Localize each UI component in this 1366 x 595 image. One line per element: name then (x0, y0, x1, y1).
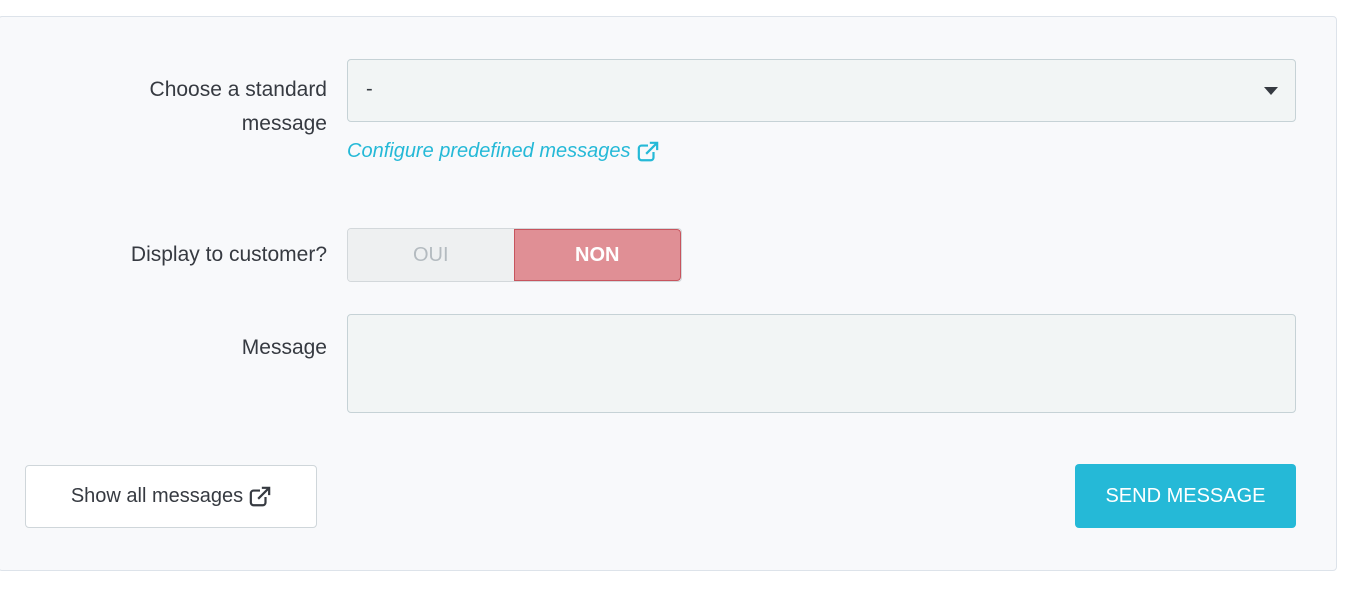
toggle-yes-option[interactable]: OUI (348, 229, 514, 281)
message-textarea[interactable] (347, 314, 1296, 413)
display-to-customer-label: Display to customer? (130, 243, 327, 266)
send-message-button[interactable]: SEND MESSAGE (1075, 464, 1296, 528)
show-all-messages-button[interactable]: Show all messages (25, 465, 317, 528)
external-link-icon (637, 140, 659, 161)
toggle-no-option[interactable]: NON (513, 229, 681, 281)
standard-message-select[interactable]: - (347, 59, 1296, 122)
show-all-label: Show all messages (70, 485, 244, 507)
external-link-icon (249, 485, 272, 506)
message-label: Message (241, 336, 327, 359)
caret-down-icon (1264, 87, 1278, 95)
display-to-customer-toggle[interactable]: OUI NON (347, 228, 682, 282)
select-value: - (366, 78, 373, 100)
configure-predefined-messages-link[interactable]: Configure predefined messages (347, 140, 659, 163)
standard-message-label: Choose a standard message (149, 78, 327, 135)
configure-link-label: Configure predefined messages (347, 140, 631, 162)
